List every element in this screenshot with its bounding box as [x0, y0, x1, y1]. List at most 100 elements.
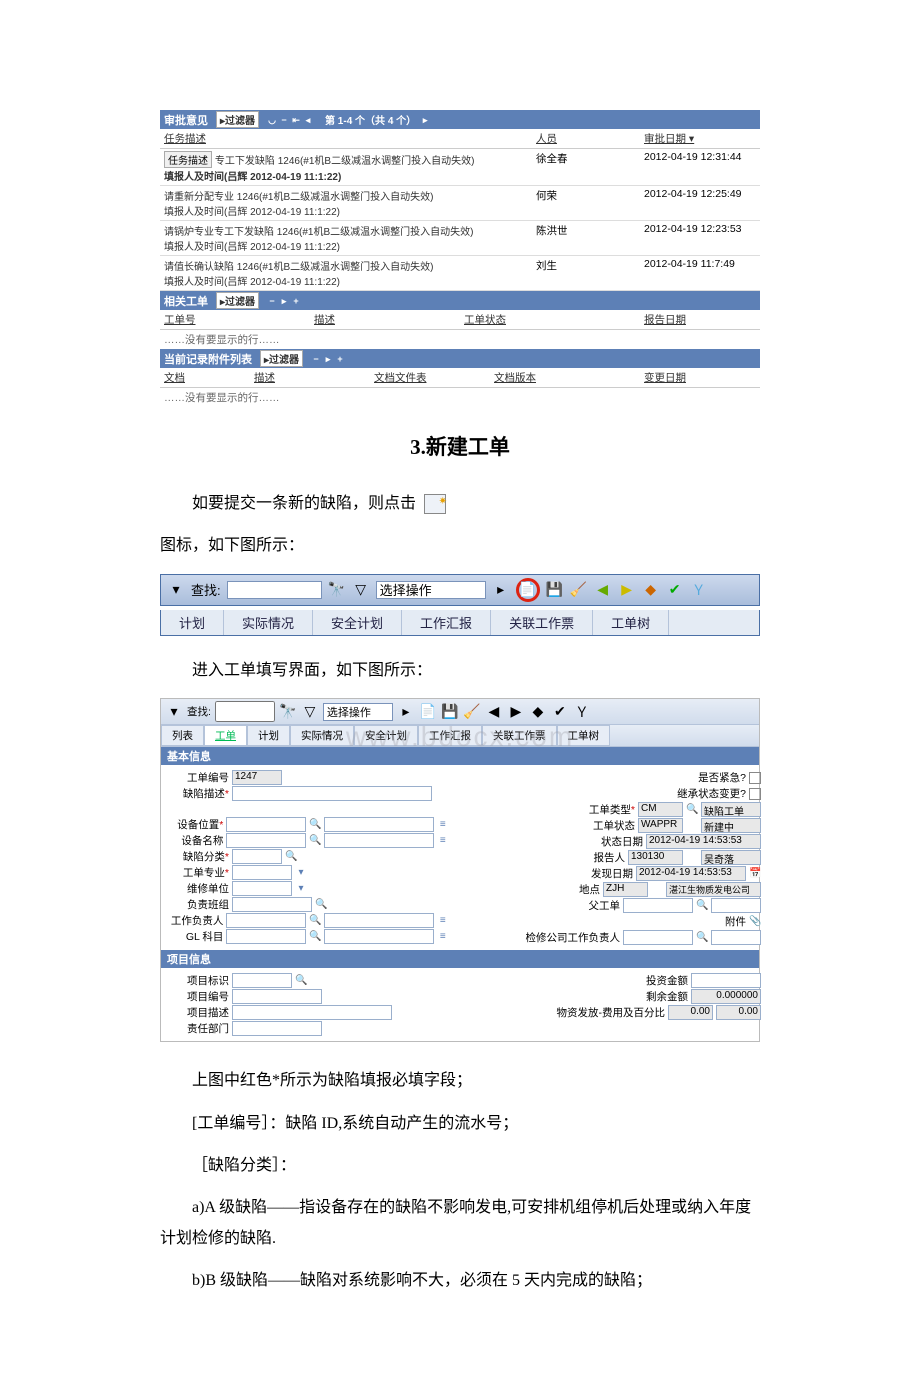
clear-icon[interactable]: 🧹 [570, 581, 588, 599]
lookup-icon[interactable]: 🔍 [309, 931, 321, 943]
go-icon[interactable]: ▸ [397, 703, 415, 721]
action-select[interactable]: 选择操作 [376, 581, 486, 599]
dropdown-icon[interactable]: ▾ [167, 581, 185, 599]
refresh-icon[interactable]: ◡ [267, 115, 277, 125]
eq-loc-desc[interactable] [324, 817, 434, 832]
lookup-icon[interactable]: 🔍 [309, 819, 321, 831]
new-record-icon[interactable]: 📄 [419, 703, 437, 721]
back-icon[interactable]: ◀ [594, 581, 612, 599]
tab-list[interactable]: 列表 [161, 725, 204, 746]
resp-dept-input[interactable] [232, 1021, 322, 1036]
col-person[interactable]: 人员 [532, 129, 640, 149]
col-task[interactable]: 任务描述 [160, 129, 532, 149]
collapse-icon[interactable]: − [311, 354, 321, 364]
clear-icon[interactable]: 🧹 [463, 703, 481, 721]
tab-safety[interactable]: 安全计划 [313, 610, 402, 635]
filter-button[interactable]: ▸过滤器 [216, 292, 259, 309]
insp-resp-desc[interactable] [711, 930, 761, 945]
table-row[interactable]: 请重新分配专业 1246(#1机B二级减温水调整门投入自动失效)填报人及时间(吕… [160, 186, 760, 221]
detail-icon[interactable]: ≡ [437, 819, 448, 831]
chevron-down-icon[interactable]: ▽ [301, 703, 319, 721]
lookup-icon[interactable]: 🔍 [309, 835, 321, 847]
binoculars-icon[interactable]: 🔭 [328, 581, 346, 599]
filter-icon[interactable]: Ｙ [573, 703, 591, 721]
defect-cls-input[interactable] [232, 849, 282, 864]
detail-icon[interactable]: ≡ [437, 931, 448, 943]
eq-name-desc[interactable] [324, 833, 434, 848]
tab-safety[interactable]: 安全计划 [354, 725, 418, 746]
tab-wo-tree[interactable]: 工单树 [593, 610, 669, 635]
eq-loc-input[interactable] [226, 817, 306, 832]
lookup-icon[interactable]: 🔍 [309, 915, 321, 927]
proj-no-input[interactable] [232, 989, 322, 1004]
lookup-icon[interactable]: 🔍 [686, 804, 698, 816]
prev-icon[interactable]: ◂ [303, 115, 313, 125]
eq-name-input[interactable] [226, 833, 306, 848]
col-date[interactable]: 审批日期 ▾ [640, 129, 760, 149]
proj-mark-input[interactable] [232, 973, 292, 988]
tab-actual[interactable]: 实际情况 [290, 725, 354, 746]
approve-icon[interactable]: ✔ [551, 703, 569, 721]
next-icon[interactable]: ▸ [279, 296, 289, 306]
maint-unit-input[interactable] [232, 881, 292, 896]
tab-related-ticket[interactable]: 关联工作票 [491, 610, 593, 635]
parent-wo-input[interactable] [623, 898, 693, 913]
table-row[interactable]: 请锅炉专业专工下发缺陷 1246(#1机B二级减温水调整门投入自动失效)填报人及… [160, 221, 760, 256]
forward-icon[interactable]: ▶ [618, 581, 636, 599]
action-select[interactable]: 选择操作 [323, 703, 393, 721]
task-desc-button[interactable]: 任务描述 [164, 151, 212, 168]
lookup-icon[interactable]: 🔍 [285, 851, 297, 863]
tab-plan[interactable]: 计划 [247, 725, 290, 746]
chevron-down-icon[interactable]: ▽ [352, 581, 370, 599]
search-input[interactable] [227, 581, 322, 599]
chevron-down-icon[interactable]: ▾ [165, 703, 183, 721]
save-icon[interactable]: 💾 [441, 703, 459, 721]
first-icon[interactable]: ⇤ [291, 115, 301, 125]
calendar-icon[interactable]: 📅 [749, 868, 761, 880]
forward-icon[interactable]: ▶ [507, 703, 525, 721]
table-row[interactable]: 请值长确认缺陷 1246(#1机B二级减温水调整门投入自动失效)填报人及时间(吕… [160, 256, 760, 291]
filter-button[interactable]: ▸过滤器 [216, 111, 259, 128]
filter-button[interactable]: ▸过滤器 [260, 350, 303, 367]
wo-spec-input[interactable] [232, 865, 292, 880]
tab-wo[interactable]: 工单 [204, 725, 247, 746]
expand-icon[interactable]: + [291, 296, 301, 306]
collapse-icon[interactable]: − [267, 296, 277, 306]
urgent-checkbox[interactable] [749, 772, 761, 784]
work-resp-input[interactable] [226, 913, 306, 928]
inv-amt-input[interactable] [691, 973, 761, 988]
route-icon[interactable]: ◆ [529, 703, 547, 721]
work-resp-desc[interactable] [324, 913, 434, 928]
go-icon[interactable]: ▸ [492, 581, 510, 599]
back-icon[interactable]: ◀ [485, 703, 503, 721]
tab-report[interactable]: 工作汇报 [402, 610, 491, 635]
route-icon[interactable]: ◆ [642, 581, 660, 599]
lookup-icon[interactable]: 🔍 [295, 975, 307, 987]
lookup-icon[interactable]: 🔍 [315, 899, 327, 911]
table-row[interactable]: 任务描述 专工下发缺陷 1246(#1机B二级减温水调整门投入自动失效) 填报人… [160, 149, 760, 186]
parent-wo-desc[interactable] [711, 898, 761, 913]
insp-resp-input[interactable] [623, 930, 693, 945]
dropdown-icon[interactable]: ▾ [295, 867, 307, 879]
proj-desc-input[interactable] [232, 1005, 392, 1020]
tab-report[interactable]: 工作汇报 [418, 725, 482, 746]
filter-icon[interactable]: Ｙ [690, 581, 708, 599]
lookup-icon[interactable]: 🔍 [696, 900, 708, 912]
binoculars-icon[interactable]: 🔭 [279, 703, 297, 721]
save-icon[interactable]: 💾 [546, 581, 564, 599]
collapse-icon[interactable]: − [279, 115, 289, 125]
new-record-icon[interactable]: 📄 [519, 581, 536, 599]
defect-desc-input[interactable] [232, 786, 432, 801]
tab-plan[interactable]: 计划 [161, 610, 224, 635]
dropdown-icon[interactable]: ▾ [295, 883, 307, 895]
resp-team-input[interactable] [232, 897, 312, 912]
inherit-checkbox[interactable] [749, 788, 761, 800]
expand-icon[interactable]: + [335, 354, 345, 364]
search-input[interactable] [215, 701, 275, 722]
gl-acct-desc[interactable] [324, 929, 434, 944]
tab-wo-tree[interactable]: 工单树 [557, 725, 611, 746]
detail-icon[interactable]: ≡ [437, 835, 448, 847]
next-icon[interactable]: ▸ [420, 115, 430, 125]
attachment-icon[interactable]: 📎 [749, 916, 761, 928]
next-icon[interactable]: ▸ [323, 354, 333, 364]
